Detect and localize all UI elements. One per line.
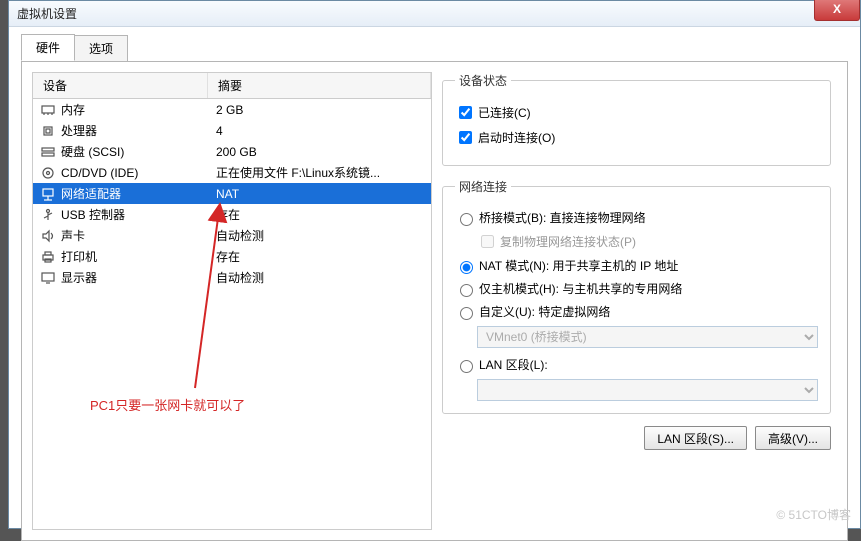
device-name: 声卡 <box>61 227 216 244</box>
connected-checkbox[interactable] <box>459 106 472 119</box>
watermark: © 51CTO博客 <box>776 506 851 523</box>
device-summary: 2 GB <box>216 103 425 117</box>
usb-icon <box>39 207 57 223</box>
bridged-label: 桥接模式(B): 直接连接物理网络 <box>479 209 646 226</box>
lan-segment-button[interactable]: LAN 区段(S)... <box>644 426 747 450</box>
tab-options[interactable]: 选项 <box>74 35 128 61</box>
replicate-label: 复制物理网络连接状态(P) <box>500 233 636 250</box>
device-name: USB 控制器 <box>61 206 216 223</box>
device-summary: 自动检测 <box>216 269 425 286</box>
window-title: 虚拟机设置 <box>17 5 77 22</box>
close-button[interactable]: X <box>814 0 860 21</box>
nat-radio[interactable] <box>460 261 473 274</box>
display-icon <box>39 270 57 286</box>
device-name: 处理器 <box>61 122 216 139</box>
device-table-body: 内存2 GB处理器4硬盘 (SCSI)200 GBCD/DVD (IDE)正在使… <box>33 99 431 288</box>
bridged-radio-row[interactable]: 桥接模式(B): 直接连接物理网络 <box>455 209 818 226</box>
device-table: 设备 摘要 内存2 GB处理器4硬盘 (SCSI)200 GBCD/DVD (I… <box>32 72 432 530</box>
memory-icon <box>39 102 57 118</box>
bridged-radio[interactable] <box>460 213 473 226</box>
device-row[interactable]: 显示器自动检测 <box>33 267 431 288</box>
device-row[interactable]: 处理器4 <box>33 120 431 141</box>
device-row[interactable]: 硬盘 (SCSI)200 GB <box>33 141 431 162</box>
disk-icon <box>39 144 57 160</box>
device-row[interactable]: CD/DVD (IDE)正在使用文件 F:\Linux系统镜... <box>33 162 431 183</box>
hostonly-label: 仅主机模式(H): 与主机共享的专用网络 <box>479 280 682 297</box>
poweron-label: 启动时连接(O) <box>478 129 555 146</box>
custom-radio[interactable] <box>460 307 473 320</box>
device-summary: 正在使用文件 F:\Linux系统镜... <box>216 164 425 181</box>
printer-icon <box>39 249 57 265</box>
device-row[interactable]: USB 控制器存在 <box>33 204 431 225</box>
device-row[interactable]: 内存2 GB <box>33 99 431 120</box>
custom-network-select: VMnet0 (桥接模式) <box>477 326 818 348</box>
hostonly-radio[interactable] <box>460 284 473 297</box>
device-name: 显示器 <box>61 269 216 286</box>
annotation-text: PC1只要一张网卡就可以了 <box>90 395 245 414</box>
advanced-button[interactable]: 高级(V)... <box>755 426 831 450</box>
device-summary: 存在 <box>216 206 425 223</box>
device-row[interactable]: 打印机存在 <box>33 246 431 267</box>
col-device: 设备 <box>33 73 208 98</box>
network-legend: 网络连接 <box>455 178 511 195</box>
tab-bar: 硬件 选项 <box>21 37 848 61</box>
button-row: LAN 区段(S)... 高级(V)... <box>442 426 831 450</box>
device-state-group: 设备状态 已连接(C) 启动时连接(O) <box>442 72 831 166</box>
custom-label: 自定义(U): 特定虚拟网络 <box>479 303 610 320</box>
device-name: 打印机 <box>61 248 216 265</box>
device-row[interactable]: 声卡自动检测 <box>33 225 431 246</box>
titlebar: 虚拟机设置 X <box>9 1 860 27</box>
poweron-checkbox[interactable] <box>459 131 472 144</box>
lan-label: LAN 区段(L): <box>479 356 548 373</box>
device-name: 内存 <box>61 101 216 118</box>
device-name: 网络适配器 <box>61 185 216 202</box>
device-summary: NAT <box>216 187 425 201</box>
replicate-checkbox-row: 复制物理网络连接状态(P) <box>477 232 818 251</box>
nat-radio-row[interactable]: NAT 模式(N): 用于共享主机的 IP 地址 <box>455 257 818 274</box>
settings-panel: 设备状态 已连接(C) 启动时连接(O) 网络连接 桥接模式(B): 直接连接物… <box>442 72 837 530</box>
content-area: 设备 摘要 内存2 GB处理器4硬盘 (SCSI)200 GBCD/DVD (I… <box>21 61 848 541</box>
connected-label: 已连接(C) <box>478 104 531 121</box>
cd-icon <box>39 165 57 181</box>
nat-label: NAT 模式(N): 用于共享主机的 IP 地址 <box>479 257 678 274</box>
device-table-header: 设备 摘要 <box>33 73 431 99</box>
device-summary: 4 <box>216 124 425 138</box>
device-name: CD/DVD (IDE) <box>61 166 216 180</box>
device-state-legend: 设备状态 <box>455 72 511 89</box>
sound-icon <box>39 228 57 244</box>
cpu-icon <box>39 123 57 139</box>
device-name: 硬盘 (SCSI) <box>61 143 216 160</box>
tab-hardware[interactable]: 硬件 <box>21 34 75 61</box>
device-panel: 设备 摘要 内存2 GB处理器4硬盘 (SCSI)200 GBCD/DVD (I… <box>32 72 432 530</box>
lan-radio-row[interactable]: LAN 区段(L): <box>455 356 818 373</box>
connected-checkbox-row[interactable]: 已连接(C) <box>455 103 818 122</box>
lan-radio[interactable] <box>460 360 473 373</box>
col-summary: 摘要 <box>208 73 431 98</box>
device-summary: 200 GB <box>216 145 425 159</box>
device-summary: 存在 <box>216 248 425 265</box>
device-summary: 自动检测 <box>216 227 425 244</box>
poweron-checkbox-row[interactable]: 启动时连接(O) <box>455 128 818 147</box>
vm-settings-window: 虚拟机设置 X 硬件 选项 设备 摘要 内存2 GB处理器4硬盘 (SCSI)2… <box>8 0 861 529</box>
replicate-checkbox <box>481 235 494 248</box>
device-row[interactable]: 网络适配器NAT <box>33 183 431 204</box>
hostonly-radio-row[interactable]: 仅主机模式(H): 与主机共享的专用网络 <box>455 280 818 297</box>
net-icon <box>39 186 57 202</box>
custom-radio-row[interactable]: 自定义(U): 特定虚拟网络 <box>455 303 818 320</box>
network-group: 网络连接 桥接模式(B): 直接连接物理网络 复制物理网络连接状态(P) NAT… <box>442 178 831 414</box>
lan-segment-select <box>477 379 818 401</box>
